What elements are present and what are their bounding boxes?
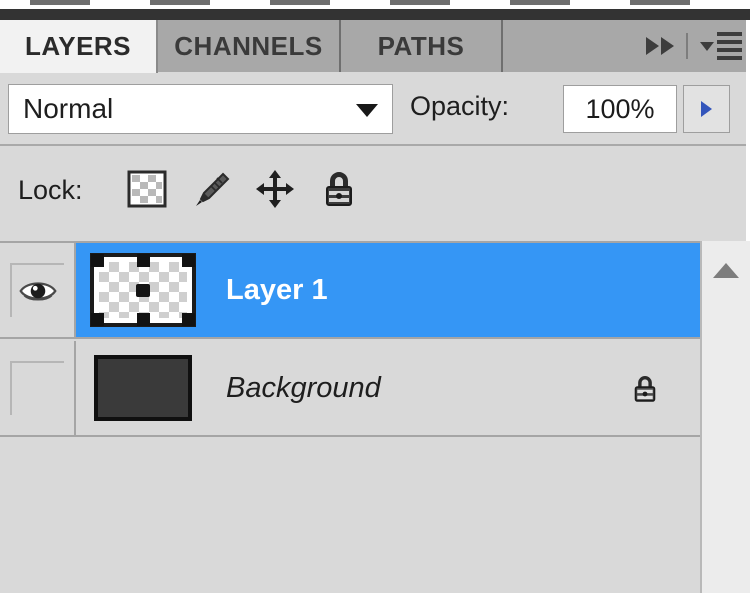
tab-bar-controls	[646, 20, 742, 72]
layer-list-scrollbar[interactable]	[700, 241, 750, 593]
tab-paths[interactable]: PATHS	[341, 20, 503, 72]
panel-tab-bar: LAYERS CHANNELS PATHS	[0, 20, 750, 73]
eye-toggle-box[interactable]	[10, 361, 64, 415]
double-right-arrow-icon[interactable]	[646, 37, 674, 55]
padlock-icon	[634, 376, 656, 402]
lock-position-icon[interactable]	[254, 168, 296, 214]
tab-paths-label: PATHS	[377, 30, 465, 61]
layer-thumbnail-cell[interactable]	[76, 341, 210, 435]
layer-list: Layer 1 Background	[0, 241, 750, 593]
layer-name[interactable]: Background	[210, 372, 590, 405]
eye-toggle-box[interactable]	[10, 263, 64, 317]
triangle-up-icon[interactable]	[713, 263, 739, 278]
blend-opacity-row: Normal Opacity: 100%	[0, 73, 750, 146]
panel-right-edge	[746, 20, 750, 241]
blend-mode-value: Normal	[23, 93, 114, 124]
blend-mode-select[interactable]: Normal	[8, 84, 393, 134]
lock-all-icon[interactable]	[318, 168, 360, 214]
layer-name[interactable]: Layer 1	[210, 274, 590, 307]
layer-thumbnail-cell[interactable]	[76, 243, 210, 337]
tab-channels[interactable]: CHANNELS	[158, 20, 341, 72]
opacity-stepper[interactable]	[683, 85, 730, 133]
lock-image-pixels-icon[interactable]	[190, 168, 232, 214]
layers-panel: LAYERS CHANNELS PATHS Normal Opacity: 10…	[0, 0, 750, 593]
tab-layers-label: LAYERS	[24, 31, 132, 61]
table-row[interactable]: Background	[0, 341, 700, 437]
lock-fill-row: Lock:	[0, 146, 750, 382]
thumbnail-content-dot	[136, 284, 150, 297]
opacity-label: Opacity:	[410, 91, 510, 121]
layer-visibility-cell[interactable]	[0, 341, 76, 435]
chevron-down-icon	[356, 104, 378, 117]
layer-thumbnail-checkerboard	[90, 253, 196, 327]
tab-layers[interactable]: LAYERS	[0, 20, 158, 73]
panel-menu-icon[interactable]	[700, 32, 742, 60]
lock-label: Lock:	[18, 175, 83, 205]
lock-transparent-pixels-icon[interactable]	[126, 168, 168, 214]
layer-lock-indicator	[590, 370, 700, 406]
layer-thumbnail-solid	[94, 355, 192, 421]
divider	[686, 33, 688, 59]
opacity-input[interactable]: 100%	[563, 85, 677, 133]
eye-icon	[19, 282, 57, 301]
tab-channels-label: CHANNELS	[174, 30, 323, 61]
layer-visibility-cell[interactable]	[0, 243, 76, 337]
table-row[interactable]: Layer 1	[0, 243, 700, 339]
lock-buttons	[126, 168, 360, 214]
triangle-right-icon	[701, 101, 712, 117]
